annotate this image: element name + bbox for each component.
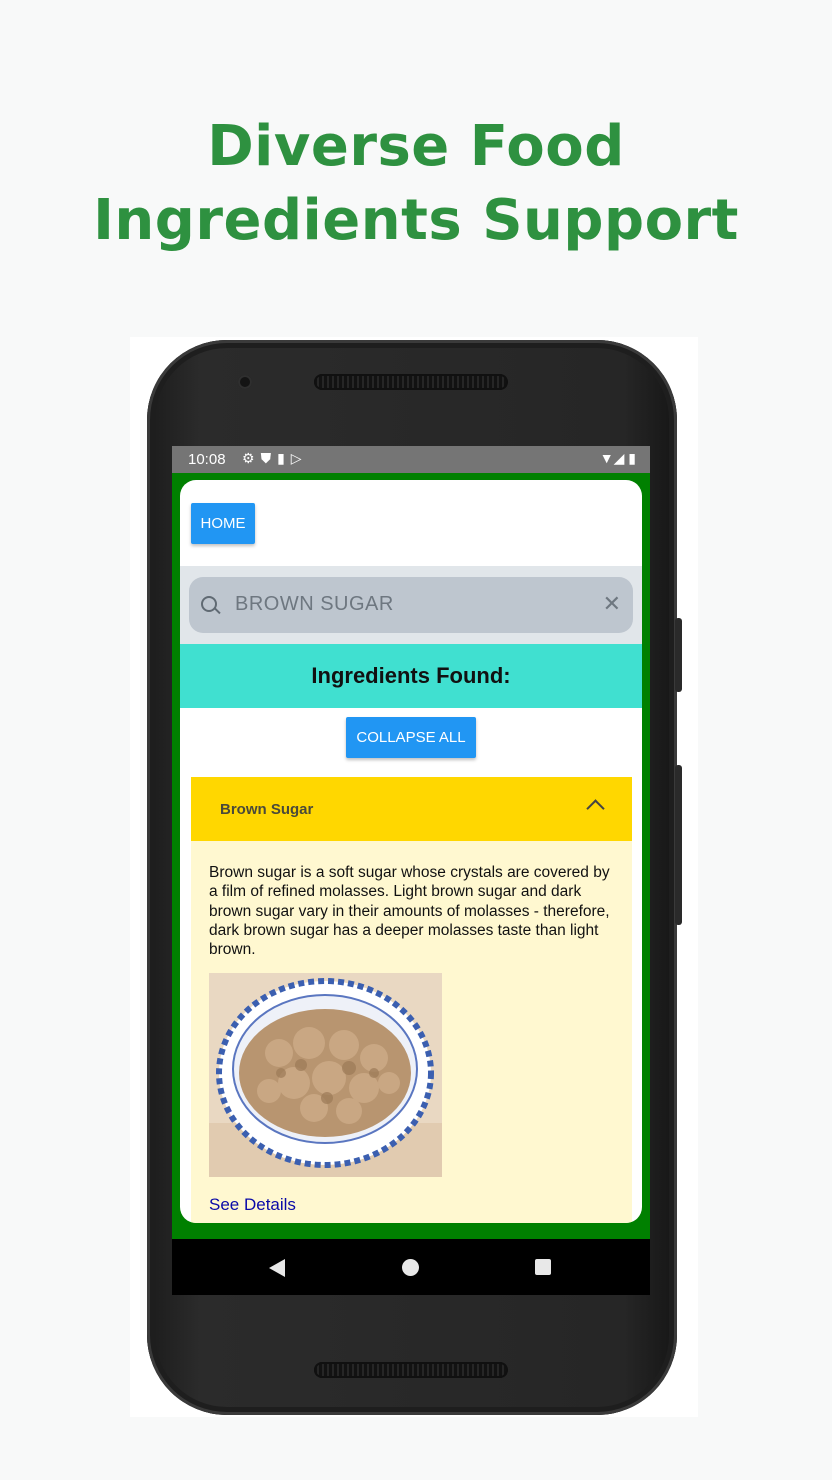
- ingredient-description: Brown sugar is a soft sugar whose crysta…: [209, 864, 610, 959]
- status-time: 10:08: [188, 451, 226, 468]
- status-bar: 10:08 ⚙⛊▮▷ ▼◢ ▮: [172, 446, 650, 473]
- accordion-body: Brown sugar is a soft sugar whose crysta…: [191, 841, 632, 1223]
- gear-icon: ⚙: [242, 450, 261, 466]
- battery-icon: ▮: [628, 450, 636, 466]
- phone-screen: 10:08 ⚙⛊▮▷ ▼◢ ▮ HOME BROWN SUGAR ✕ Ingre…: [172, 446, 650, 1295]
- main-card: HOME BROWN SUGAR ✕ Ingredients Found: CO…: [180, 480, 642, 1223]
- clear-icon[interactable]: ✕: [603, 591, 621, 617]
- ingredients-found-heading: Ingredients Found:: [180, 644, 642, 708]
- home-button[interactable]: HOME: [191, 503, 255, 544]
- front-camera: [238, 375, 252, 389]
- headline-line-1: Diverse Food: [207, 114, 625, 179]
- wifi-icon: ▼: [599, 450, 614, 466]
- search-bar-container: BROWN SUGAR ✕: [180, 566, 642, 644]
- volume-button: [675, 765, 682, 925]
- bottom-speaker: [314, 1362, 508, 1378]
- power-button: [675, 618, 682, 692]
- recent-apps-icon[interactable]: [535, 1259, 551, 1275]
- status-right-icons: ▼◢ ▮: [600, 450, 636, 467]
- search-input[interactable]: BROWN SUGAR ✕: [189, 577, 633, 633]
- collapse-all-button[interactable]: COLLAPSE ALL: [346, 717, 476, 758]
- signal-icon: ◢: [613, 450, 625, 466]
- search-icon: [201, 596, 217, 612]
- promo-headline: Diverse Food Ingredients Support: [0, 110, 832, 258]
- navigation-bar: [172, 1239, 650, 1295]
- search-value: BROWN SUGAR: [235, 593, 394, 615]
- chevron-up-icon[interactable]: [586, 799, 605, 818]
- status-icons: ⚙⛊▮▷: [242, 450, 308, 467]
- home-circle-icon[interactable]: [402, 1259, 419, 1276]
- play-store-icon: ▷: [290, 450, 308, 466]
- see-details-link[interactable]: See Details: [209, 1195, 296, 1215]
- accordion-header-brown-sugar[interactable]: Brown Sugar: [191, 777, 632, 841]
- sd-card-icon: ▮: [277, 450, 291, 466]
- top-speaker: [314, 374, 508, 390]
- shield-icon: ⛊: [260, 450, 278, 466]
- accordion-title: Brown Sugar: [220, 801, 314, 818]
- app-background: HOME BROWN SUGAR ✕ Ingredients Found: CO…: [172, 473, 650, 1239]
- brown-sugar-image: [209, 973, 442, 1177]
- back-icon[interactable]: [269, 1259, 285, 1277]
- headline-line-2: Ingredients Support: [93, 188, 739, 253]
